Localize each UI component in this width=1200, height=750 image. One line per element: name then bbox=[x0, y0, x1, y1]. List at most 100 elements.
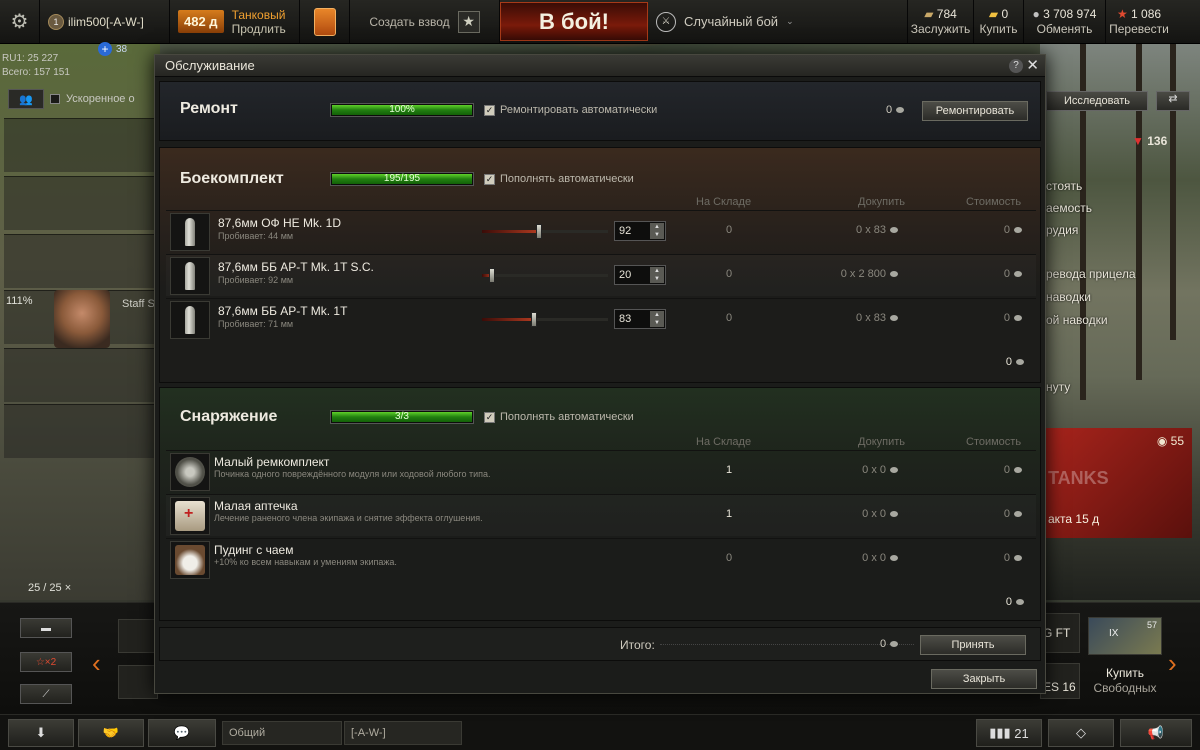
close-button[interactable]: Закрыть bbox=[931, 669, 1037, 689]
create-platoon-button[interactable]: Создать взвод ★ bbox=[350, 0, 500, 43]
crew-slot[interactable] bbox=[4, 176, 158, 230]
total-cost: 0 bbox=[880, 638, 899, 650]
premium-account[interactable]: 482 д Танковый Продлить bbox=[170, 0, 300, 43]
platoon-star-icon: ★ bbox=[457, 10, 480, 33]
credits-icon: ● bbox=[1032, 6, 1044, 21]
auto-repair-checkbox[interactable]: ✓ bbox=[484, 104, 495, 116]
crew-slot[interactable] bbox=[4, 118, 158, 172]
carousel-right-arrow-icon[interactable]: › bbox=[1168, 648, 1177, 679]
auto-equipment-checkbox[interactable]: ✓ bbox=[484, 411, 495, 423]
ammo-buy: 0 x 83 bbox=[856, 224, 898, 236]
session-stats-button[interactable]: ▮▮▮ 21 bbox=[976, 719, 1042, 747]
resource-free-xp[interactable]: ★ 1 086 Перевести bbox=[1106, 0, 1172, 43]
tank-card[interactable] bbox=[118, 665, 158, 699]
auto-equipment-option[interactable]: ✓ Пополнять автоматически bbox=[484, 411, 634, 423]
ammo-buy: 0 x 83 bbox=[856, 312, 898, 324]
ammo-slider-handle[interactable] bbox=[535, 224, 542, 239]
auto-repair-option[interactable]: ✓ Ремонтировать автоматически bbox=[484, 104, 657, 116]
param-line: рудия bbox=[1046, 223, 1079, 237]
battle-mode-label: Случайный бой bbox=[684, 14, 779, 29]
ammo-title: Боекомплект bbox=[180, 170, 284, 187]
compare-icon[interactable]: ⇄ bbox=[1156, 91, 1190, 111]
filter-premium-icon[interactable]: ⟋ bbox=[20, 684, 72, 704]
crew-commander-avatar[interactable] bbox=[54, 290, 110, 348]
repair-button[interactable]: Ремонтировать bbox=[922, 101, 1028, 121]
player-profile[interactable]: 1 ilim500[-A-W-] bbox=[40, 0, 170, 43]
promo-token-icon: ◉ bbox=[1156, 434, 1171, 448]
crew-group-icon[interactable]: 👥 bbox=[8, 89, 44, 109]
shell-ap-icon bbox=[170, 257, 210, 295]
repair-title: Ремонт bbox=[180, 100, 238, 117]
ammo-progress-text: 195/195 bbox=[383, 173, 421, 184]
decrement-icon[interactable]: ▼ bbox=[650, 275, 664, 283]
equipment-name: Малый ремкомплект bbox=[214, 455, 330, 469]
chat-channel-general[interactable]: Общий bbox=[222, 721, 342, 745]
equipment-stock: 1 bbox=[726, 508, 733, 520]
tank-card[interactable] bbox=[118, 619, 158, 653]
ammo-quantity-stepper[interactable]: 20 ▲ ▼ bbox=[614, 265, 666, 285]
col-stock-header: На Складе bbox=[696, 436, 752, 448]
ammo-slider-handle[interactable] bbox=[489, 268, 496, 283]
total-label: Итого: bbox=[620, 638, 655, 652]
filter-tank-icon[interactable]: ▬ bbox=[20, 618, 72, 638]
equipment-cost: 0 bbox=[1004, 552, 1022, 564]
crew-slot[interactable] bbox=[4, 348, 158, 402]
auto-ammo-option[interactable]: ✓ Пополнять автоматически bbox=[484, 173, 634, 185]
ammo-cost: 0 bbox=[1004, 312, 1022, 324]
chat-channel-clan[interactable]: [-A-W-] bbox=[344, 721, 462, 745]
contacts-down-icon[interactable]: ⬇ bbox=[8, 719, 74, 747]
shop-bag-icon bbox=[313, 7, 336, 36]
equipment-buy-value: 0 x 0 bbox=[862, 464, 886, 476]
increment-icon[interactable]: ▲ bbox=[650, 223, 664, 231]
col-stock-header: На Складе bbox=[696, 196, 752, 208]
ammo-name: 87,6мм ББ AP-T Mk. 1T S.C. bbox=[218, 260, 374, 274]
increment-icon[interactable]: ▲ bbox=[650, 267, 664, 275]
close-icon[interactable]: ✕ bbox=[1026, 56, 1039, 74]
promo-logo: TANKS bbox=[1048, 468, 1109, 488]
crew-slot[interactable] bbox=[4, 234, 158, 288]
close-icon[interactable]: × bbox=[65, 582, 71, 594]
handshake-icon[interactable]: 🤝 bbox=[78, 719, 144, 747]
ammo-quantity-stepper[interactable]: 92 ▲ ▼ bbox=[614, 221, 666, 241]
ammo-slider-handle[interactable] bbox=[530, 312, 537, 327]
tank-card[interactable]: G FT bbox=[1040, 613, 1080, 653]
equipment-title: Снаряжение bbox=[180, 408, 278, 425]
gold-value: 0 bbox=[1001, 6, 1009, 21]
ammo-cost: 0 bbox=[1004, 224, 1022, 236]
tank-card[interactable]: ES 16 bbox=[1040, 663, 1080, 699]
ammo-slider[interactable] bbox=[482, 312, 608, 327]
decrement-icon[interactable]: ▼ bbox=[650, 231, 664, 239]
tank-card[interactable]: IX 57 bbox=[1088, 617, 1162, 655]
battle-button[interactable]: В бой! bbox=[500, 2, 648, 41]
research-button[interactable]: Исследовать bbox=[1046, 91, 1148, 111]
help-icon[interactable]: ? bbox=[1009, 59, 1023, 73]
battle-mode-selector[interactable]: ⚔ Случайный бой ⌄ bbox=[648, 0, 908, 43]
filter-x2-button[interactable]: ☆ ×2 bbox=[20, 652, 72, 672]
megaphone-icon[interactable]: 📢 bbox=[1120, 719, 1192, 747]
ammo-quantity-stepper[interactable]: 83 ▲ ▼ bbox=[614, 309, 666, 329]
resource-gold[interactable]: ▰ 0 Купить bbox=[974, 0, 1024, 43]
ammo-slider[interactable] bbox=[482, 268, 608, 283]
accelerated-training-checkbox[interactable] bbox=[50, 94, 60, 104]
carousel-left-arrow-icon[interactable]: ‹ bbox=[92, 648, 101, 679]
promo-banner[interactable]: ◉ 55 TANKS акта 15 д bbox=[1044, 428, 1192, 538]
credits-icon bbox=[890, 315, 898, 322]
credits-icon bbox=[1014, 227, 1022, 234]
crew-slot[interactable] bbox=[4, 404, 158, 458]
decrement-icon[interactable]: ▼ bbox=[650, 319, 664, 327]
shop-button[interactable] bbox=[300, 0, 350, 43]
ammo-slider[interactable] bbox=[482, 224, 608, 239]
diamond-icon[interactable]: ◇ bbox=[1048, 719, 1114, 747]
buy-slot-button[interactable]: Купить Свободных bbox=[1088, 666, 1162, 700]
chat-bubbles-icon[interactable]: 💬 bbox=[148, 719, 216, 747]
increment-icon[interactable]: ▲ bbox=[650, 311, 664, 319]
auto-repair-label: Ремонтировать автоматически bbox=[500, 104, 658, 116]
settings-gear-icon[interactable]: ⚙ bbox=[0, 0, 40, 43]
notifications-badge[interactable]: + 38 bbox=[98, 42, 127, 56]
auto-ammo-checkbox[interactable]: ✓ bbox=[484, 173, 495, 185]
resource-xp[interactable]: ▰ 784 Заслужить bbox=[908, 0, 974, 43]
tank-count-value: 25 / 25 bbox=[28, 582, 62, 594]
resource-credits[interactable]: ● 3 708 974 Обменять bbox=[1024, 0, 1106, 43]
accept-button[interactable]: Принять bbox=[920, 635, 1026, 655]
equipment-row: Малый ремкомплект Починка одного поврежд… bbox=[166, 450, 1036, 492]
